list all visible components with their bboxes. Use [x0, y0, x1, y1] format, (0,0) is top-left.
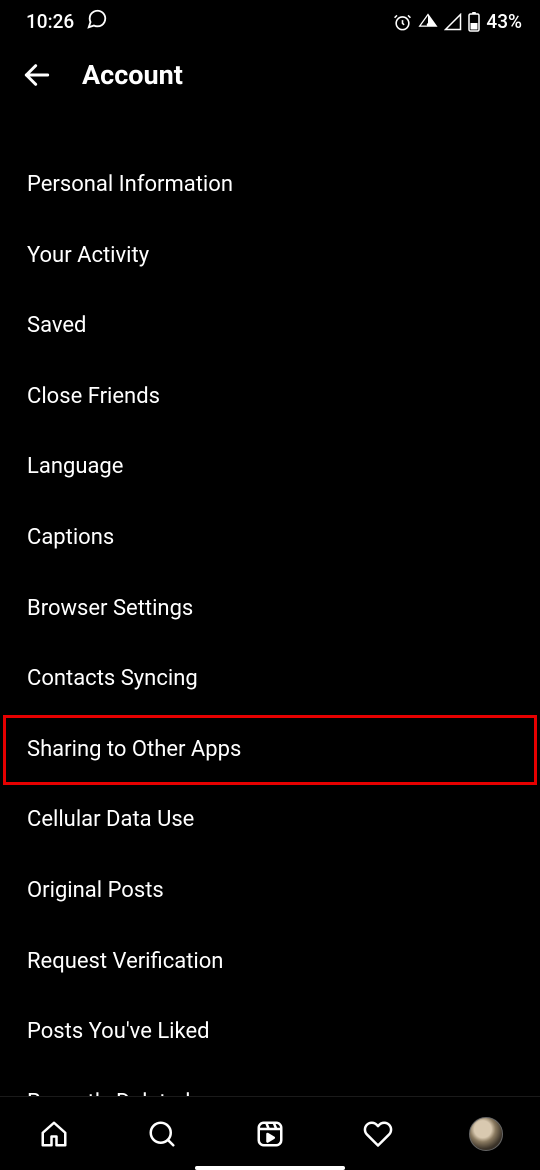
- page-title: Account: [82, 59, 183, 91]
- menu-label: Contacts Syncing: [27, 666, 198, 691]
- alarm-icon: [393, 10, 412, 33]
- menu-label: Sharing to Other Apps: [27, 737, 241, 762]
- nav-activity[interactable]: [360, 1116, 396, 1152]
- nav-profile[interactable]: [468, 1116, 504, 1152]
- home-icon: [39, 1119, 69, 1149]
- menu-item-posts-youve-liked[interactable]: Posts You've Liked: [0, 997, 540, 1068]
- menu-item-close-friends[interactable]: Close Friends: [0, 362, 540, 433]
- whatsapp-icon: [86, 8, 108, 35]
- menu-item-saved[interactable]: Saved: [0, 291, 540, 362]
- menu-item-cellular-data-use[interactable]: Cellular Data Use: [0, 785, 540, 856]
- reels-icon: [255, 1119, 285, 1149]
- nav-search[interactable]: [144, 1116, 180, 1152]
- menu-label: Close Friends: [27, 384, 160, 409]
- home-indicator: [195, 1166, 345, 1170]
- menu-label: Captions: [27, 525, 114, 550]
- bottom-navigation: [0, 1096, 540, 1170]
- menu-item-browser-settings[interactable]: Browser Settings: [0, 574, 540, 645]
- nav-reels[interactable]: [252, 1116, 288, 1152]
- menu-item-original-posts[interactable]: Original Posts: [0, 856, 540, 927]
- menu-label: Saved: [27, 313, 86, 338]
- profile-avatar: [469, 1117, 503, 1151]
- menu-label: Cellular Data Use: [27, 807, 194, 832]
- account-menu-list: Personal Information Your Activity Saved…: [0, 108, 540, 1138]
- menu-item-language[interactable]: Language: [0, 432, 540, 503]
- menu-label: Posts You've Liked: [27, 1019, 210, 1044]
- menu-label: Request Verification: [27, 949, 223, 974]
- menu-item-contacts-syncing[interactable]: Contacts Syncing: [0, 644, 540, 715]
- menu-label: Language: [27, 454, 123, 479]
- signal-icon: [444, 10, 462, 33]
- status-time: 10:26: [26, 10, 74, 33]
- wifi-icon: [418, 10, 438, 33]
- arrow-left-icon: [21, 59, 53, 91]
- menu-label: Browser Settings: [27, 596, 193, 621]
- menu-item-captions[interactable]: Captions: [0, 503, 540, 574]
- status-right: 43%: [393, 10, 522, 33]
- status-bar: 10:26: [0, 0, 540, 40]
- menu-item-your-activity[interactable]: Your Activity: [0, 221, 540, 292]
- battery-icon: [468, 10, 480, 33]
- menu-item-sharing-to-other-apps[interactable]: Sharing to Other Apps: [3, 715, 537, 786]
- nav-home[interactable]: [36, 1116, 72, 1152]
- menu-label: Personal Information: [27, 172, 233, 197]
- back-button[interactable]: [20, 58, 54, 92]
- menu-label: Your Activity: [27, 243, 149, 268]
- menu-item-personal-information[interactable]: Personal Information: [0, 150, 540, 221]
- search-icon: [147, 1119, 177, 1149]
- menu-item-request-verification[interactable]: Request Verification: [0, 927, 540, 998]
- menu-label: Original Posts: [27, 878, 164, 903]
- heart-icon: [363, 1119, 393, 1149]
- battery-percentage: 43%: [486, 10, 522, 33]
- header: Account: [0, 40, 540, 108]
- status-left: 10:26: [26, 8, 108, 35]
